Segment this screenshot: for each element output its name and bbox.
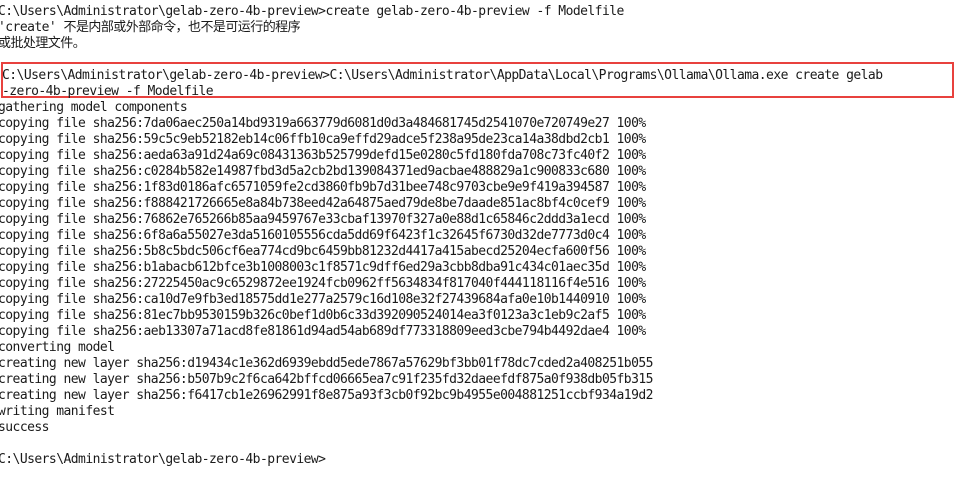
terminal-line: copying file sha256:59c5c9eb52182eb14c06… [0, 132, 646, 147]
highlighted-command-line: -zero-4b-preview -f Modelfile [2, 84, 214, 99]
terminal-line: copying file sha256:ca10d7e9fb3ed18575dd… [0, 292, 646, 307]
terminal-line: copying file sha256:b1abacb612bfce3b1008… [0, 260, 646, 275]
highlighted-command-line: C:\Users\Administrator\gelab-zero-4b-pre… [2, 68, 883, 83]
terminal-line: 'create' 不是内部或外部命令，也不是可运行的程序 [0, 20, 301, 35]
terminal-line: copying file sha256:1f83d0186afc6571059f… [0, 180, 646, 195]
terminal-line: copying file sha256:f888421726665e8a84b7… [0, 196, 646, 211]
terminal-line: copying file sha256:aeda63a91d24a69c0843… [0, 148, 646, 163]
terminal-line: writing manifest [0, 404, 115, 419]
terminal-line: success [0, 420, 49, 435]
terminal-line: copying file sha256:5b8c5bdc506cf6ea774c… [0, 244, 646, 259]
terminal-line: copying file sha256:6f8a6a55027e3da51601… [0, 228, 646, 243]
terminal-line: converting model [0, 340, 115, 355]
terminal-line: copying file sha256:81ec7bb9530159b326c0… [0, 308, 646, 323]
terminal-line: copying file sha256:27225450ac9c6529872e… [0, 276, 646, 291]
command-prompt[interactable]: C:\Users\Administrator\gelab-zero-4b-pre… [0, 452, 326, 468]
terminal-line: gathering model components [0, 100, 188, 115]
terminal-line: creating new layer sha256:d19434c1e362d6… [0, 356, 653, 371]
terminal-line: copying file sha256:c0284b582e14987fbd3d… [0, 164, 646, 179]
terminal-line: C:\Users\Administrator\gelab-zero-4b-pre… [0, 4, 624, 19]
terminal-line: creating new layer sha256:b507b9c2f6ca64… [0, 372, 653, 387]
terminal-line: 或批处理文件。 [0, 36, 86, 51]
terminal-line: copying file sha256:aeb13307a71acd8fe818… [0, 324, 646, 339]
terminal-line: copying file sha256:7da06aec250a14bd9319… [0, 116, 646, 131]
terminal-line: copying file sha256:76862e765266b85aa945… [0, 212, 646, 227]
terminal-window[interactable]: C:\Users\Administrator\gelab-zero-4b-pre… [0, 0, 957, 489]
terminal-line: creating new layer sha256:f6417cb1e26962… [0, 388, 653, 403]
